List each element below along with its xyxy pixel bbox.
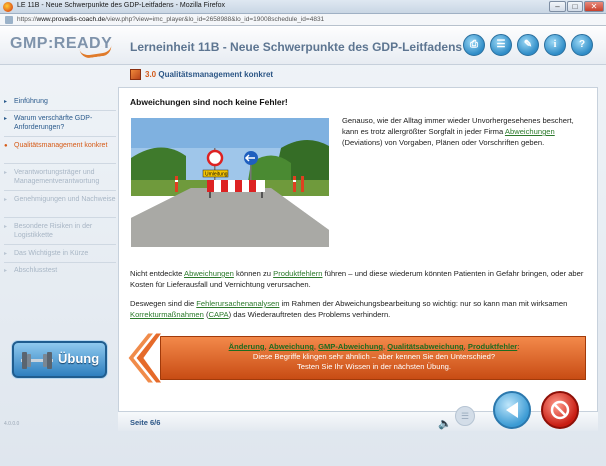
term-abweichung[interactable]: Abweichung (269, 342, 314, 351)
notes-icon[interactable]: ✎ (517, 34, 539, 56)
print-icon[interactable]: ⎙ (463, 34, 485, 56)
banner-chevron-icon (128, 333, 163, 383)
banner-question: Diese Begriffe klingen sehr ähnlich – ab… (252, 352, 496, 361)
term-aenderung[interactable]: Änderung (229, 342, 265, 351)
content-heading: Abweichungen sind noch keine Fehler! (130, 97, 288, 107)
sidebar-item-verantwortungstraeger: Verantwortungsträger und Managementveran… (4, 169, 116, 186)
sidebar-item-genehmigungen: Genehmigungen und Nachweise (4, 196, 116, 205)
exercise-button[interactable]: Übung (12, 341, 107, 378)
speaker-icon[interactable]: 🔈 (438, 418, 452, 430)
exit-button[interactable] (541, 391, 579, 429)
section-cube-icon (130, 69, 141, 80)
link-produktfehlern[interactable]: Produktfehlern (273, 269, 322, 278)
info-icon[interactable]: i (544, 34, 566, 56)
list-icon[interactable]: ☰ (490, 34, 512, 56)
close-window-button[interactable]: ✕ (584, 1, 604, 12)
lesson-title: Lerneinheit 11B - Neue Schwerpunkte des … (130, 40, 463, 54)
minimize-button[interactable]: – (549, 1, 566, 12)
page-indicator: Seite 6/6 (130, 418, 161, 427)
term-produktfehler[interactable]: Produktfehler (468, 342, 517, 351)
back-button[interactable] (493, 391, 531, 429)
exercise-banner[interactable]: Änderung, Abweichung, GMP-Abweichung, Qu… (128, 333, 588, 383)
link-korrekturmassnahmen[interactable]: Korrekturmaßnahmen (130, 310, 204, 319)
notes-list-icon[interactable]: ☰ (455, 406, 475, 426)
sidebar-item-besondere-risiken: Besondere Risiken in der Logistikkette (4, 223, 116, 240)
gmp-ready-logo: GMP:READY (10, 33, 120, 61)
sidebar-item-einfuehrung[interactable]: Einführung (4, 98, 116, 107)
banner-terms: Änderung, Abweichung, GMP-Abweichung, Qu… (228, 342, 520, 351)
window-titlebar: LE 11B - Neue Schwerpunkte des GDP-Leitf… (0, 0, 606, 14)
paragraph-consequences: Nicht entdeckte Abweichungen können zu P… (130, 269, 584, 289)
no-entry-icon (550, 400, 570, 420)
section-number: 3.0 (145, 70, 157, 79)
dumbbell-icon (21, 352, 53, 369)
term-gmp-abweichung[interactable]: GMP-Abweichung (318, 342, 383, 351)
link-fehlerursachenanalysen[interactable]: Fehlerursachenanalysen (196, 299, 279, 308)
term-qualitaetsabweichung[interactable]: Qualitätsabweichung (387, 342, 463, 351)
window-title: LE 11B - Neue Schwerpunkte des GDP-Leitf… (17, 2, 226, 9)
link-capa[interactable]: CAPA (209, 310, 229, 319)
sidebar-item-das-wichtigste: Das Wichtigste in Kürze (4, 250, 116, 259)
sidebar-item-abschlusstest: Abschlusstest (4, 267, 116, 276)
section-title: 3.0 Qualitätsmanagement konkret (145, 70, 273, 79)
sidebar: Einführung Warum verschärfte GDP-Anforde… (0, 90, 118, 330)
build-version: 4.0.0.0 (4, 421, 20, 427)
paragraph-root-cause: Deswegen sind die Fehlerursachenanalysen… (130, 299, 568, 319)
sidebar-item-gdp-anforderungen[interactable]: Warum verschärfte GDP-Anforderungen? (4, 115, 116, 132)
road-closure-photo: Umleitung (131, 118, 329, 247)
link-abweichungen-2[interactable]: Abweichungen (184, 269, 234, 278)
banner-call-to-action: Testen Sie Ihr Wissen in der nächsten Üb… (296, 362, 452, 371)
url-text[interactable]: https://www.provadis-coach.de/view.php?v… (17, 15, 597, 25)
link-abweichungen[interactable]: Abweichungen (505, 127, 555, 136)
help-icon[interactable]: ? (571, 34, 593, 56)
detour-sign-text: Umleitung (205, 172, 228, 178)
address-bar[interactable]: https://www.provadis-coach.de/view.php?v… (0, 14, 606, 26)
firefox-icon (3, 2, 13, 12)
intro-paragraph: Genauso, wie der Alltag immer wieder Unv… (342, 116, 574, 147)
sidebar-item-qualitaetsmanagement[interactable]: Qualitätsmanagement konkret (4, 142, 116, 151)
section-label: Qualitätsmanagement konkret (158, 70, 274, 79)
exercise-label: Übung (58, 351, 100, 366)
lock-icon (5, 16, 13, 24)
back-arrow-icon (506, 402, 518, 418)
maximize-button[interactable]: □ (567, 1, 583, 12)
